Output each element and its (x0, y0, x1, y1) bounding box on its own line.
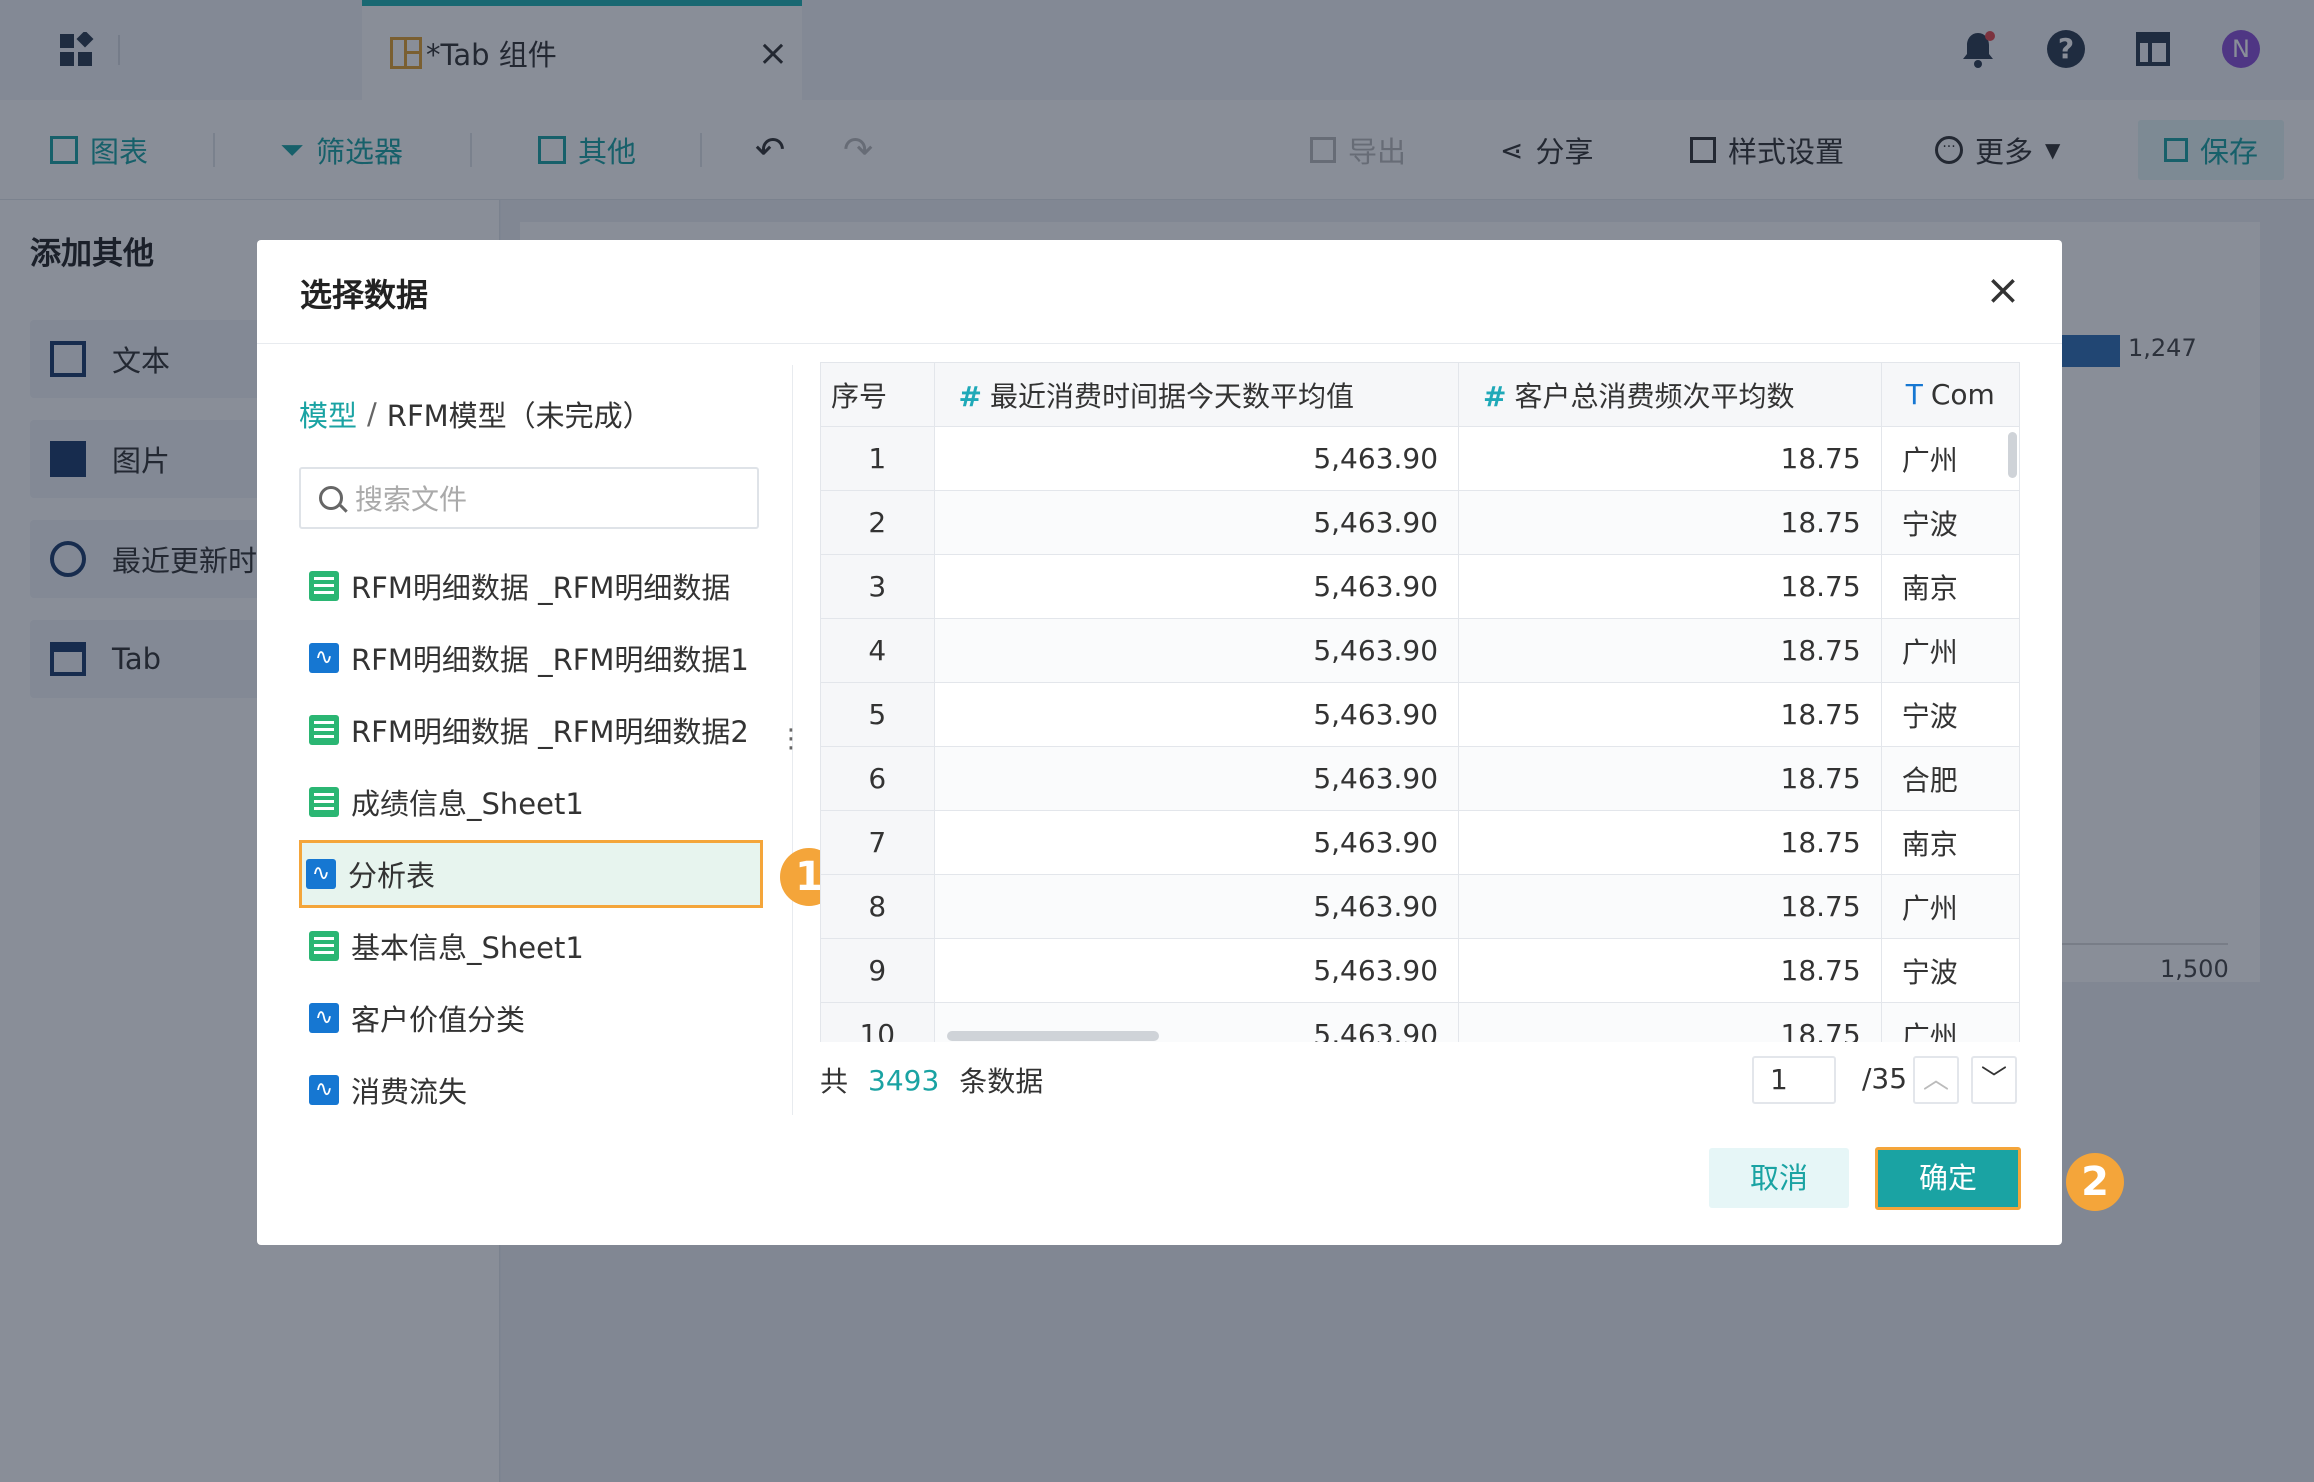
table-cell: 7 (820, 810, 935, 875)
table-cell: 5,463.90 (933, 490, 1460, 555)
dialog-title: 选择数据 (300, 276, 429, 314)
breadcrumb-separator: / (367, 397, 377, 431)
step-badge-2: 2 (2066, 1153, 2124, 1211)
page-number-input[interactable]: 1 (1752, 1056, 1836, 1104)
table-cell: 1 (820, 426, 935, 491)
table-cell: 10 (820, 1002, 935, 1042)
page-total: /35 (1862, 1062, 1908, 1095)
data-preview-table[interactable]: 序号 # 最近消费时间据今天数平均值 # 客户总消费频次平均数 T Com 1 5,46… (820, 362, 2020, 1042)
table-cell: 广州 (1880, 1002, 2020, 1042)
table-cell: 广州 (1880, 874, 2020, 939)
analysis-icon: ∿ (309, 1075, 339, 1105)
table-cell: 4 (820, 618, 935, 683)
column-header: # 客户总消费频次平均数 (1458, 362, 1882, 427)
table-cell: 广州 (1880, 426, 2020, 491)
vertical-scrollbar[interactable] (2008, 432, 2017, 478)
breadcrumb-root-link[interactable]: 模型 (299, 393, 357, 435)
table-cell: 8 (820, 874, 935, 939)
next-page-button[interactable]: ﹀ (1971, 1056, 2017, 1104)
table-cell: 9 (820, 938, 935, 1003)
resize-handle[interactable]: ⋮ (778, 724, 804, 754)
table-cell: 3 (820, 554, 935, 619)
table-cell: 18.75 (1458, 874, 1882, 939)
table-cell: 18.75 (1458, 490, 1882, 555)
analysis-icon: ∿ (309, 643, 339, 673)
record-count: 共 3493 条数据 (820, 1063, 1044, 1099)
analysis-icon: ∿ (306, 859, 336, 889)
table-cell: 18.75 (1458, 938, 1882, 1003)
table-cell: 5,463.90 (933, 554, 1460, 619)
table-row: 4 5,463.90 18.75 广州 (820, 618, 2020, 683)
table-cell: 18.75 (1458, 810, 1882, 875)
search-box[interactable]: 搜索文件 (299, 467, 759, 529)
table-cell: 广州 (1880, 618, 2020, 683)
table-cell: 5,463.90 (933, 938, 1460, 1003)
column-header: # 最近消费时间据今天数平均值 (933, 362, 1460, 427)
table-cell: 18.75 (1458, 682, 1882, 747)
table-icon (309, 571, 339, 601)
file-item[interactable]: ∿ 消费流失 (305, 1058, 765, 1122)
table-cell: 合肥 (1880, 746, 2020, 811)
prev-page-button[interactable]: ︿ (1913, 1056, 1959, 1104)
table-cell: 18.75 (1458, 554, 1882, 619)
table-cell: 5,463.90 (933, 746, 1460, 811)
close-icon[interactable]: × (1983, 269, 2023, 311)
file-item[interactable]: RFM明细数据 _RFM明细数据2 (305, 698, 765, 762)
analysis-icon: ∿ (309, 1003, 339, 1033)
file-item[interactable]: 基本信息_Sheet1 (305, 914, 765, 978)
file-item[interactable]: 成绩信息_Sheet1 (305, 770, 765, 834)
table-cell: 6 (820, 746, 935, 811)
table-row: 1 5,463.90 18.75 广州 (820, 426, 2020, 491)
table-cell: 南京 (1880, 554, 2020, 619)
table-cell: 5,463.90 (933, 682, 1460, 747)
dialog-divider (257, 343, 2062, 344)
number-type-icon: # (958, 379, 982, 413)
table-cell: 18.75 (1458, 746, 1882, 811)
table-row: 3 5,463.90 18.75 南京 (820, 554, 2020, 619)
table-cell: 5,463.90 (933, 810, 1460, 875)
file-item-selected[interactable]: ∿ 分析表 (299, 840, 763, 908)
table-cell: 宁波 (1880, 938, 2020, 1003)
table-row: 2 5,463.90 18.75 宁波 (820, 490, 2020, 555)
file-item[interactable]: ∿ 客户价值分类 (305, 986, 765, 1050)
table-cell: 5,463.90 (933, 874, 1460, 939)
column-header: T Com (1880, 362, 2020, 427)
table-cell: 2 (820, 490, 935, 555)
breadcrumb: 模型 / RFM模型（未完成） (299, 393, 652, 435)
preview-table: 序号 # 最近消费时间据今天数平均值 # 客户总消费频次平均数 T Com 1 5,46… (820, 362, 2020, 1042)
table-cell: 南京 (1880, 810, 2020, 875)
file-item[interactable]: RFM明细数据 _RFM明细数据 (305, 554, 765, 618)
table-row: 9 5,463.90 18.75 宁波 (820, 938, 2020, 1003)
table-cell: 18.75 (1458, 1002, 1882, 1042)
table-row: 5 5,463.90 18.75 宁波 (820, 682, 2020, 747)
text-type-icon: T (1905, 378, 1923, 411)
table-cell: 宁波 (1880, 490, 2020, 555)
horizontal-scrollbar[interactable] (947, 1031, 1159, 1041)
file-item[interactable]: ∿ RFM明细数据 _RFM明细数据1 (305, 626, 765, 690)
column-header: 序号 (820, 362, 935, 427)
table-row: 8 5,463.90 18.75 广州 (820, 874, 2020, 939)
table-cell: 18.75 (1458, 426, 1882, 491)
table-cell: 5,463.90 (933, 618, 1460, 683)
table-cell: 宁波 (1880, 682, 2020, 747)
cancel-button[interactable]: 取消 (1709, 1148, 1849, 1208)
table-cell: 5,463.90 (933, 426, 1460, 491)
table-icon (309, 715, 339, 745)
confirm-button[interactable]: 确定 (1875, 1147, 2021, 1210)
table-icon (309, 787, 339, 817)
table-row: 7 5,463.90 18.75 南京 (820, 810, 2020, 875)
total-count: 3493 (868, 1063, 940, 1097)
breadcrumb-current: RFM模型（未完成） (386, 399, 652, 433)
table-row: 6 5,463.90 18.75 合肥 (820, 746, 2020, 811)
table-cell: 5 (820, 682, 935, 747)
search-icon (319, 486, 348, 513)
search-input[interactable]: 搜索文件 (355, 478, 467, 518)
table-icon (309, 931, 339, 961)
number-type-icon: # (1483, 379, 1507, 413)
table-cell: 18.75 (1458, 618, 1882, 683)
